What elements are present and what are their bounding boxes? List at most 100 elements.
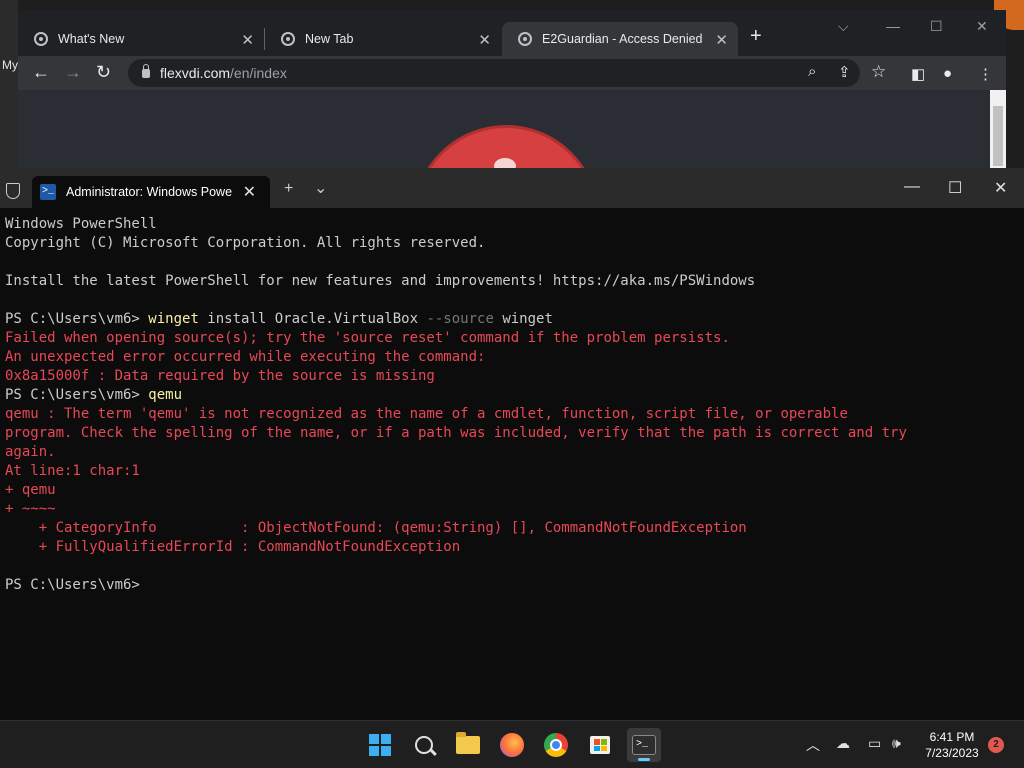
bookmark-star-icon[interactable]: ☆: [871, 62, 886, 82]
close-window-icon[interactable]: ✕: [994, 178, 1007, 198]
cloud-offline-icon[interactable]: ☁: [836, 735, 850, 752]
network-icon[interactable]: ▭: [868, 735, 881, 752]
terminal-icon: >_: [632, 735, 656, 755]
terminal-line: again.: [5, 443, 1020, 462]
terminal-text: PS C:\Users\vm6>: [5, 387, 149, 403]
maximize-icon[interactable]: ☐: [930, 18, 943, 35]
volume-icon[interactable]: 🕪: [892, 735, 901, 752]
terminal-button[interactable]: >_: [627, 728, 661, 762]
tab-title: E2Guardian - Access Denied: [542, 32, 703, 46]
terminal-text: PS C:\Users\vm6>: [5, 577, 140, 593]
new-tab-button[interactable]: +: [750, 25, 762, 48]
terminal-text: 0x8a15000f : Data required by the source…: [5, 368, 435, 384]
terminal-text: winget: [148, 311, 199, 327]
chrome-tab-whats-new[interactable]: What's New ✕: [18, 22, 264, 56]
new-tab-plus-icon[interactable]: +: [284, 180, 293, 198]
terminal-text: Copyright (C) Microsoft Corporation. All…: [5, 235, 486, 251]
start-button[interactable]: [363, 728, 397, 762]
page-scrollbar[interactable]: [990, 90, 1006, 170]
terminal-text: + qemu: [5, 482, 56, 498]
back-icon[interactable]: ←: [32, 62, 50, 83]
url-path: /en/index: [230, 65, 287, 81]
share-icon[interactable]: ⇪: [838, 63, 851, 81]
close-icon[interactable]: ✕: [715, 31, 728, 49]
terminal-line: At line:1 char:1: [5, 462, 1020, 481]
close-icon[interactable]: ✕: [241, 31, 254, 49]
minimize-icon[interactable]: —: [886, 18, 900, 34]
terminal-line: Install the latest PowerShell for new fe…: [5, 272, 1020, 291]
clock-time: 6:41 PM: [929, 730, 975, 744]
forward-icon[interactable]: →: [64, 62, 82, 83]
terminal-text: install Oracle.VirtualBox: [198, 311, 427, 327]
folder-icon: [456, 732, 480, 754]
tab-title: New Tab: [305, 32, 354, 46]
firefox-button[interactable]: [495, 728, 529, 762]
globe-icon: [518, 32, 532, 46]
search-icon: [415, 736, 433, 754]
terminal-titlebar: >_ Administrator: Windows Powe ✕ + ⌄ — ☐…: [0, 168, 1024, 208]
terminal-text: program. Check the spelling of the name,…: [5, 425, 907, 441]
chrome-window: What's New ✕ New Tab ✕ E2Guardian - Acce…: [18, 10, 1006, 170]
zoom-search-icon[interactable]: ⌕: [808, 63, 816, 80]
terminal-text: Install the latest PowerShell for new fe…: [5, 273, 756, 289]
reload-icon[interactable]: ↻: [96, 62, 111, 83]
close-icon[interactable]: ✕: [478, 31, 491, 49]
tab-search-icon[interactable]: ⌵: [838, 18, 849, 35]
close-window-icon[interactable]: ✕: [976, 18, 988, 35]
store-icon: [590, 736, 610, 754]
terminal-output[interactable]: Windows PowerShell Copyright (C) Microsof…: [5, 215, 1020, 595]
terminal-line: + FullyQualifiedErrorId : CommandNotFoun…: [5, 538, 1020, 557]
terminal-line: + qemu: [5, 481, 1020, 500]
terminal-line: PS C:\Users\vm6> qemu: [5, 386, 1020, 405]
terminal-line: An unexpected error occurred while execu…: [5, 348, 1020, 367]
terminal-window: >_ Administrator: Windows Powe ✕ + ⌄ — ☐…: [0, 168, 1024, 720]
search-button[interactable]: [407, 728, 441, 762]
terminal-text: again.: [5, 444, 56, 460]
terminal-text: An unexpected error occurred while execu…: [5, 349, 486, 365]
terminal-line: Failed when opening source(s); try the '…: [5, 329, 1020, 348]
clock[interactable]: 6:41 PM 7/23/2023: [918, 729, 986, 761]
terminal-text: + FullyQualifiedErrorId : CommandNotFoun…: [5, 539, 461, 555]
file-explorer-button[interactable]: [451, 728, 485, 762]
powershell-icon: >_: [40, 184, 56, 200]
chrome-tab-new-tab[interactable]: New Tab ✕: [265, 22, 501, 56]
close-icon[interactable]: ✕: [243, 182, 256, 202]
terminal-line: qemu : The term 'qemu' is not recognized…: [5, 405, 1020, 424]
address-bar[interactable]: flexvdi.com/en/index ⌕ ⇪: [128, 59, 860, 87]
scrollbar-thumb[interactable]: [993, 106, 1003, 166]
chevron-up-icon[interactable]: ︿: [806, 735, 820, 755]
lock-icon[interactable]: [142, 63, 150, 78]
url-host: flexvdi.com: [160, 65, 231, 81]
menu-kebab-icon[interactable]: ⋮: [978, 65, 993, 83]
chrome-icon: [34, 32, 48, 46]
terminal-line: + CategoryInfo : ObjectNotFound: (qemu:S…: [5, 519, 1020, 538]
side-panel-icon[interactable]: ◧: [911, 65, 925, 83]
terminal-line: program. Check the spelling of the name,…: [5, 424, 1020, 443]
terminal-text: Failed when opening source(s); try the '…: [5, 330, 730, 346]
chrome-tabstrip: What's New ✕ New Tab ✕ E2Guardian - Acce…: [18, 10, 1006, 56]
terminal-line: Windows PowerShell: [5, 215, 1020, 234]
terminal-text: + ~~~~: [5, 501, 56, 517]
terminal-text: Windows PowerShell: [5, 216, 157, 232]
store-button[interactable]: [583, 728, 617, 762]
profile-icon[interactable]: ●: [943, 65, 952, 82]
terminal-tab-title: Administrator: Windows Powe: [66, 185, 233, 199]
maximize-icon[interactable]: ☐: [948, 178, 962, 198]
terminal-text: winget: [493, 311, 553, 327]
terminal-line: PS C:\Users\vm6> winget install Oracle.V…: [5, 310, 1020, 329]
terminal-tab[interactable]: >_ Administrator: Windows Powe ✕: [32, 176, 270, 208]
chrome-tab-e2guardian[interactable]: E2Guardian - Access Denied ✕: [502, 22, 738, 56]
terminal-text: qemu: [148, 387, 183, 403]
terminal-text: At line:1 char:1: [5, 463, 140, 479]
notification-badge[interactable]: 2: [988, 737, 1004, 753]
chrome-button[interactable]: [539, 728, 573, 762]
desktop-icon-label[interactable]: My: [2, 58, 18, 72]
shield-icon: [6, 183, 20, 199]
chevron-down-icon[interactable]: ⌄: [314, 178, 327, 198]
clock-date: 7/23/2023: [925, 746, 979, 760]
chrome-icon: [281, 32, 295, 46]
terminal-line: 0x8a15000f : Data required by the source…: [5, 367, 1020, 386]
terminal-text: --source: [426, 311, 494, 327]
minimize-icon[interactable]: —: [904, 178, 920, 196]
